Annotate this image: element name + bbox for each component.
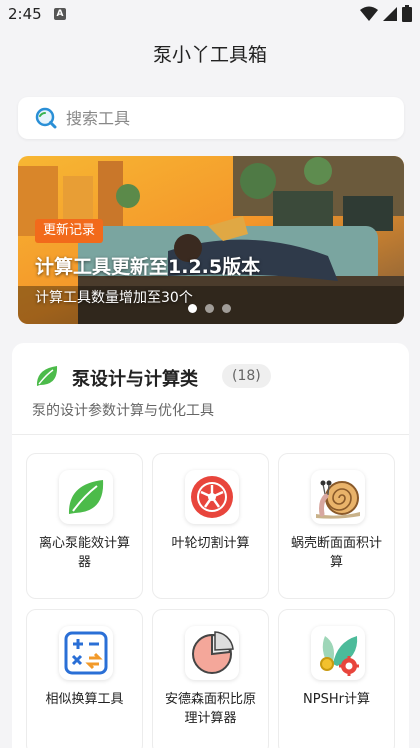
wifi-icon (360, 6, 378, 21)
category-header: 泵设计与计算类 (18) 泵的设计参数计算与优化工具 (12, 343, 409, 435)
tool-volute-section-area[interactable]: 蜗壳断面面积计算 (278, 453, 395, 599)
snail-icon (311, 470, 365, 524)
tool-label: NPSHr计算 (303, 692, 370, 707)
tool-count-badge: (18) (222, 364, 271, 388)
calculator-icon (59, 626, 113, 680)
tool-label: 叶轮切割计算 (171, 536, 250, 551)
notification-icon: A (54, 8, 66, 20)
carousel-indicator (188, 304, 231, 313)
tool-impeller-trimming[interactable]: 叶轮切割计算 (152, 453, 269, 599)
app-title: 泵小丫工具箱 (152, 44, 267, 66)
tool-label: 离心泵能效计算器 (38, 536, 130, 570)
search-input[interactable] (66, 97, 386, 139)
banner-subtitle: 计算工具数量增加至30个 (35, 290, 193, 306)
status-time: 2:45 (8, 5, 42, 23)
leaf-icon (59, 470, 113, 524)
banner-title: 计算工具更新至1.2.5版本 (35, 256, 261, 278)
tool-label: 蜗壳断面面积计算 (290, 536, 382, 570)
category-description: 泵的设计参数计算与优化工具 (32, 403, 214, 419)
search-icon (35, 107, 57, 129)
tool-npshr-calculation[interactable]: NPSHr计算 (278, 609, 395, 748)
update-log-badge[interactable]: 更新记录 (35, 219, 104, 243)
tool-similarity-conversion[interactable]: 相似换算工具 (26, 609, 143, 748)
category-title: 泵设计与计算类 (72, 369, 198, 390)
search-bar[interactable] (18, 97, 404, 139)
pie-chart-icon (185, 626, 239, 680)
category-card: 泵设计与计算类 (18) 泵的设计参数计算与优化工具 离心泵能效计算器 叶轮切割… (12, 343, 409, 748)
leaf-gear-icon (311, 626, 365, 680)
impeller-icon (185, 470, 239, 524)
tool-label: 安德森面积比原理计算器 (164, 692, 256, 726)
status-icons (360, 5, 412, 22)
tool-anderson-area-ratio[interactable]: 安德森面积比原理计算器 (152, 609, 269, 748)
status-bar: 2:45 A (0, 0, 420, 30)
battery-icon (402, 5, 412, 22)
update-banner[interactable]: 更新记录 计算工具更新至1.2.5版本 计算工具数量增加至30个 (18, 156, 404, 324)
leaf-icon (36, 366, 58, 386)
tool-centrifugal-pump-efficiency[interactable]: 离心泵能效计算器 (26, 453, 143, 599)
carousel-dot[interactable] (205, 304, 214, 313)
carousel-dot[interactable] (222, 304, 231, 313)
signal-icon (383, 6, 397, 21)
tool-label: 相似换算工具 (45, 692, 124, 707)
carousel-dot[interactable] (188, 304, 197, 313)
